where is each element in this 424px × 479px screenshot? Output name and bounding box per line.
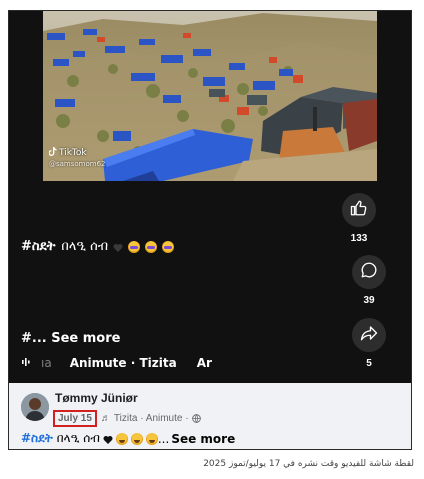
post-meta: July 15 ♬ Tizita · Animute ·	[53, 410, 201, 427]
poster-name[interactable]: Tømmy Jüniør	[55, 391, 138, 405]
thumbs-up-icon	[350, 199, 368, 221]
overlay-caption: #ስደት በላዒ ሰብ	[21, 239, 175, 254]
tiktok-watermark-brand: TikTok	[59, 148, 87, 158]
black-heart-icon	[113, 242, 123, 252]
share-arrow-icon	[360, 324, 378, 346]
audio-faded-right: Ar	[196, 356, 212, 370]
comment-bubble-icon	[360, 261, 378, 283]
tiktok-logo-icon	[49, 147, 57, 156]
post-date[interactable]: July 15	[53, 410, 97, 427]
share-button[interactable]	[352, 318, 386, 352]
crying-face-icon	[145, 432, 158, 445]
post-see-more[interactable]: See more	[171, 432, 235, 446]
avatar[interactable]	[21, 393, 49, 421]
video-frame[interactable]: TikTok @samsomom62	[43, 11, 377, 181]
comment-count: 39	[363, 295, 375, 306]
post-caption-ellipsis: ...	[157, 431, 170, 446]
facebook-reel-screenshot: TikTok @samsomom62 133 39 5 #ስደት በላዒ ሰብ	[8, 10, 412, 450]
pleading-face-icon	[128, 240, 141, 253]
figure-caption: لقطة شاشة للفيديو وقت نشره في 17 يوليو/ت…	[203, 459, 414, 469]
globe-icon	[191, 414, 201, 423]
overlay-see-more[interactable]: #... See more	[21, 331, 120, 346]
share-count: 5	[366, 358, 372, 369]
reel-viewer: TikTok @samsomom62 133 39 5 #ስደት በላዒ ሰብ	[9, 11, 411, 383]
tiktok-watermark-handle: @samsomom62	[49, 160, 106, 168]
crying-face-icon	[130, 432, 143, 445]
pleading-face-icon	[162, 240, 175, 253]
overlay-caption-text: በላዒ ሰብ	[61, 239, 109, 254]
post-caption: #ስደት በላዒ ሰብ ... See more	[21, 431, 235, 446]
post-audio-info[interactable]: Tizita · Animute ·	[114, 413, 189, 424]
comment-button[interactable]	[352, 255, 386, 289]
like-count: 133	[350, 233, 368, 244]
facebook-post-header: Tømmy Jüniør July 15 ♬ Tizita · Animute …	[9, 383, 411, 449]
post-caption-text: በላዒ ሰብ	[56, 431, 100, 445]
tiktok-watermark: TikTok @samsomom62	[49, 147, 106, 170]
audio-faded-left: ıa	[41, 356, 52, 370]
crying-face-icon	[115, 432, 128, 445]
like-button[interactable]	[342, 193, 376, 227]
audio-waveform-icon	[21, 356, 33, 370]
overlay-hashtag[interactable]: #ስደት	[21, 239, 55, 254]
audio-track-row[interactable]: ıa Animute · Tizita Ar	[21, 356, 212, 370]
black-heart-icon	[103, 434, 113, 444]
pleading-face-icon	[145, 240, 158, 253]
post-hashtag[interactable]: #ስደት	[21, 431, 53, 446]
poster-profile-photo	[21, 393, 49, 421]
audio-label: Animute · Tizita	[69, 356, 177, 370]
music-note-icon: ♬	[100, 413, 111, 424]
